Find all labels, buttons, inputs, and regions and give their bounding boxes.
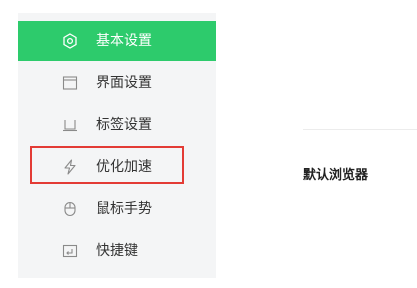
sidebar-item-basic-settings[interactable]: 基本设置 xyxy=(18,21,216,61)
sidebar-item-optimize-speed[interactable]: 优化加速 xyxy=(18,147,216,187)
lightning-icon xyxy=(62,159,78,175)
sidebar-item-shortcuts[interactable]: 快捷键 xyxy=(18,231,216,271)
sidebar-item-mouse-gestures[interactable]: 鼠标手势 xyxy=(18,189,216,229)
sidebar-item-label: 界面设置 xyxy=(96,75,152,91)
sidebar-item-label: 优化加速 xyxy=(96,159,152,175)
window-icon xyxy=(62,75,78,91)
sidebar-item-label: 快捷键 xyxy=(96,243,138,259)
sidebar-item-tab-settings[interactable]: 标签设置 xyxy=(18,105,216,145)
sidebar-item-interface-settings[interactable]: 界面设置 xyxy=(18,63,216,103)
keyboard-enter-icon xyxy=(62,243,78,259)
sidebar-item-label: 标签设置 xyxy=(96,117,152,133)
settings-sidebar: 基本设置 界面设置 标签设置 优化加速 鼠标手势 快捷键 xyxy=(18,13,216,278)
mouse-icon xyxy=(62,201,78,217)
tab-icon xyxy=(62,117,78,133)
sidebar-item-label: 鼠标手势 xyxy=(96,201,152,217)
settings-window: 基本设置 界面设置 标签设置 优化加速 鼠标手势 快捷键 默认浏览器 xyxy=(0,0,417,288)
sidebar-item-label: 基本设置 xyxy=(96,33,152,49)
settings-gear-icon xyxy=(62,33,78,49)
default-browser-label: 默认浏览器 xyxy=(303,168,369,183)
content-divider xyxy=(303,129,417,130)
